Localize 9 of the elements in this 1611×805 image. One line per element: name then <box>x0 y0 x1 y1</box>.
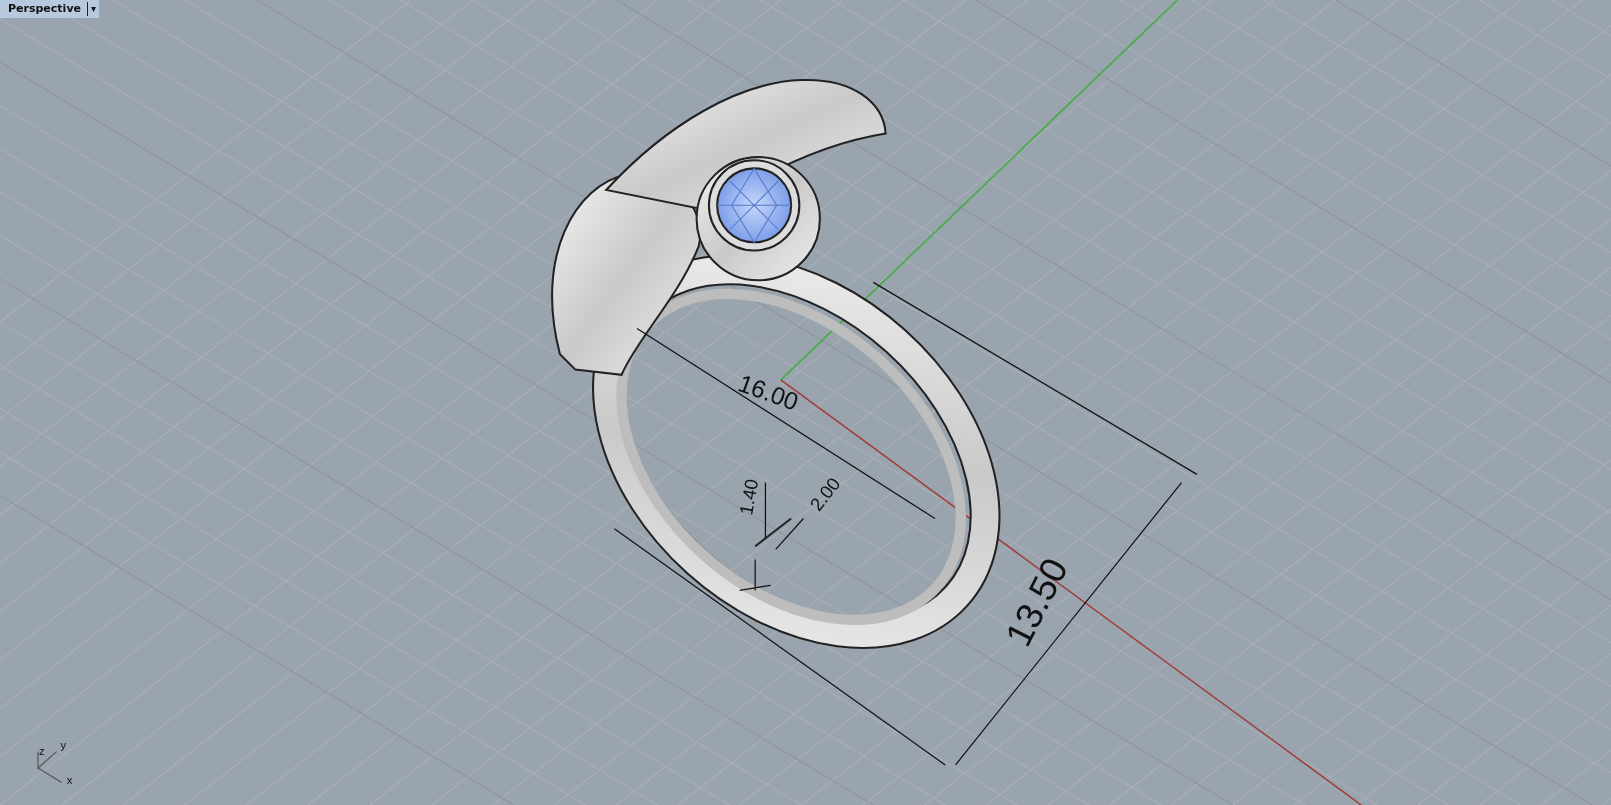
dimension-label: 1.40 <box>735 477 763 517</box>
axis-label: z <box>39 744 45 757</box>
dimension-label: 13.50 <box>997 551 1077 653</box>
viewport-menu-button[interactable]: ▾ <box>87 2 99 16</box>
axis-gizmo-icon <box>37 751 63 784</box>
dimension-label: 16.00 <box>734 369 802 416</box>
axis-label: y <box>60 738 67 751</box>
axis-label: x <box>66 774 73 787</box>
viewport-title[interactable]: Perspective <box>0 0 87 18</box>
